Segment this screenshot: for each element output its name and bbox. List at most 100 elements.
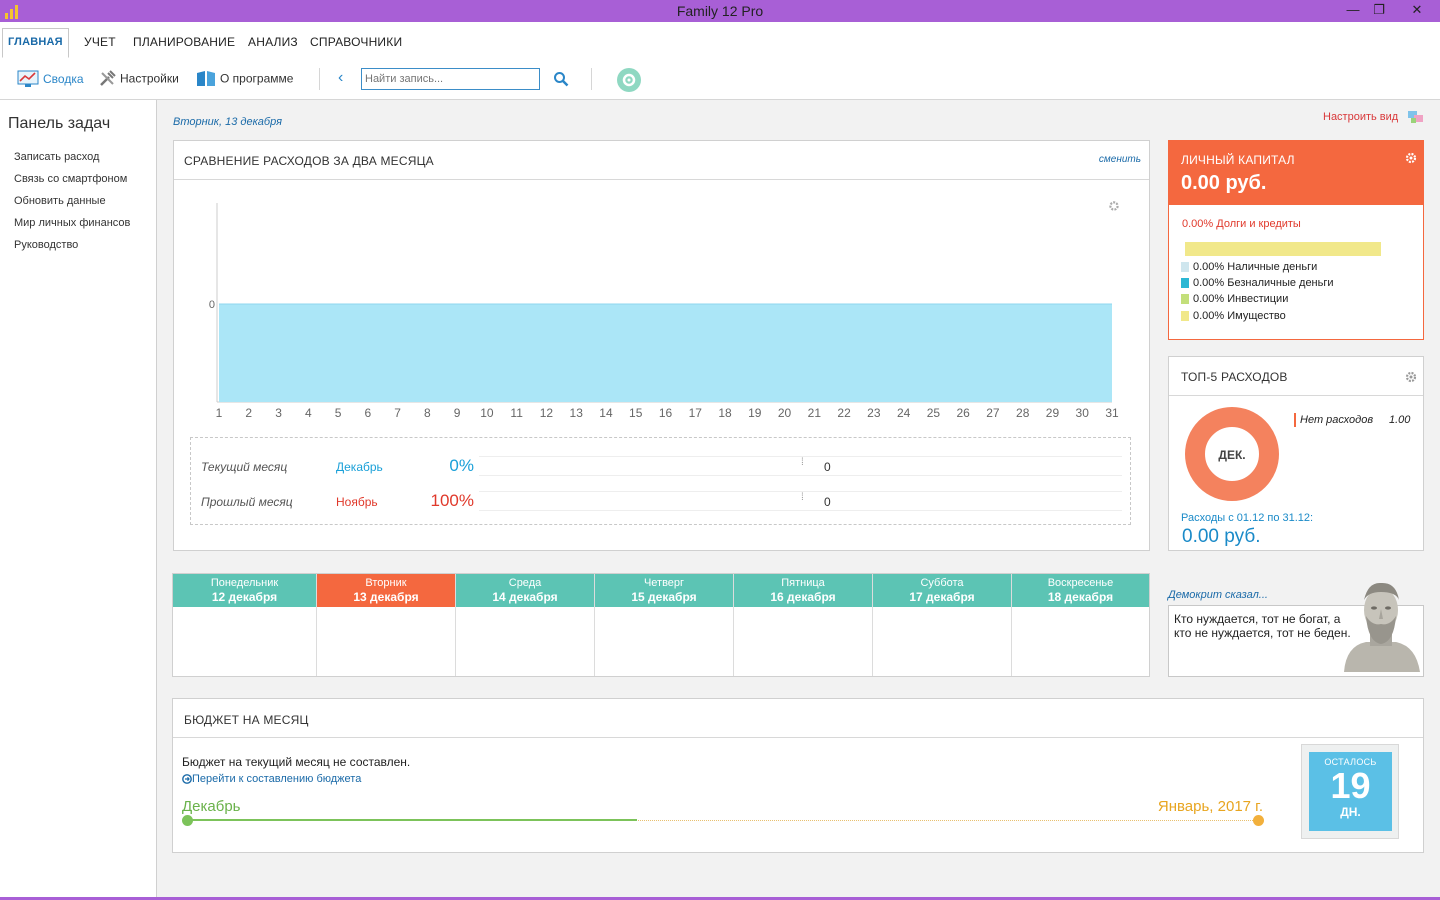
- legend-swatch: [1181, 294, 1189, 305]
- expenses-donut: ДЕК.: [1185, 407, 1279, 501]
- row-value: 0: [824, 495, 831, 509]
- day-date: 14 декабря: [492, 590, 558, 604]
- expense-comparison-panel: СРАВНЕНИЕ РАСХОДОВ ЗА ДВА МЕСЯЦА сменить…: [173, 140, 1150, 551]
- panel-header: БЮДЖЕТ НА МЕСЯЦ: [173, 699, 1423, 738]
- day-column[interactable]: Четверг 15 декабря: [595, 574, 734, 676]
- layout-icon[interactable]: [1408, 110, 1424, 124]
- create-budget-link[interactable]: Перейти к составлению бюджета: [182, 773, 361, 785]
- day-column-today[interactable]: Вторник 13 декабря: [317, 574, 456, 676]
- task-panel: Панель задач Записать расход Связь со см…: [0, 100, 157, 900]
- row-month: Ноябрь: [336, 495, 378, 509]
- settings-button[interactable]: Настройки: [99, 70, 179, 90]
- debts-label: 0.00% Долги и кредиты: [1182, 218, 1301, 230]
- legend-swatch: [1181, 311, 1189, 322]
- task-smartphone-link[interactable]: Связь со смартфоном: [14, 173, 127, 185]
- x-tick-label: 26: [956, 406, 970, 420]
- arrow-circle-icon: [182, 774, 192, 784]
- title-bar: Family 12 Pro — ❐ ✕: [0, 0, 1440, 22]
- budget-start-dot: [182, 815, 193, 826]
- x-tick-label: 6: [364, 406, 371, 420]
- customize-view-link[interactable]: Настроить вид: [1323, 111, 1398, 123]
- day-date: 15 декабря: [631, 590, 697, 604]
- x-tick-label: 27: [986, 406, 1000, 420]
- gear-icon[interactable]: [1405, 152, 1417, 164]
- summary-button[interactable]: Сводка: [17, 70, 84, 90]
- book-icon: [197, 71, 215, 86]
- x-tick-label: 30: [1076, 406, 1090, 420]
- remaining-unit: ДН.: [1340, 805, 1361, 819]
- task-finance-world[interactable]: Мир личных финансов: [14, 217, 130, 229]
- legend-investments: 0.00% Инвестиции: [1181, 293, 1288, 305]
- x-tick-label: 23: [867, 406, 881, 420]
- day-name: Вторник: [365, 577, 407, 589]
- top-item-label: Нет расходов: [1300, 414, 1374, 426]
- x-tick-label: 5: [335, 406, 342, 420]
- legend-cash: 0.00% Наличные деньги: [1181, 261, 1317, 273]
- day-column[interactable]: Понедельник 12 декабря: [173, 574, 317, 676]
- menu-references[interactable]: СПРАВОЧНИКИ: [310, 35, 402, 49]
- restore-button[interactable]: ❐: [1364, 0, 1394, 22]
- day-column[interactable]: Пятница 16 декабря: [734, 574, 873, 676]
- x-tick-label: 18: [718, 406, 732, 420]
- budget-end-month: Январь, 2017 г.: [1157, 798, 1263, 815]
- x-tick-label: 13: [570, 406, 584, 420]
- settings-label: Настройки: [120, 71, 179, 86]
- task-guide[interactable]: Руководство: [14, 239, 78, 251]
- day-column[interactable]: Среда 14 декабря: [456, 574, 595, 676]
- day-date: 12 декабря: [211, 590, 278, 604]
- menu-planning[interactable]: ПЛАНИРОВАНИЕ: [133, 35, 235, 49]
- current-date[interactable]: Вторник, 13 декабря: [173, 116, 282, 128]
- legend-noncash: 0.00% Безналичные деньги: [1181, 277, 1334, 289]
- previous-month-row: Прошлый месяц Ноябрь 100% ⁞ 0: [199, 486, 1122, 516]
- day-name: Пятница: [781, 577, 825, 589]
- panel-header: ТОП-5 РАСХОДОВ: [1169, 357, 1423, 396]
- back-chevron-icon[interactable]: ‹: [338, 69, 343, 89]
- capital-value: 0.00 руб.: [1181, 172, 1267, 194]
- menu-accounting[interactable]: УЧЕТ: [84, 35, 116, 49]
- x-tick-label: 2: [245, 406, 252, 420]
- sync-gear-icon[interactable]: [616, 67, 642, 93]
- top5-expenses-panel: ТОП-5 РАСХОДОВ ДЕК. Нет расходов 1.00 Ра…: [1168, 356, 1424, 551]
- menu-analysis[interactable]: АНАЛИЗ: [248, 35, 298, 49]
- row-tick: ⁞: [801, 457, 804, 468]
- quote-text: Кто нуждается, тот не богат, а кто не ну…: [1174, 612, 1351, 640]
- panel-title: ТОП-5 РАСХОДОВ: [1181, 370, 1288, 384]
- x-tick-label: 16: [659, 406, 673, 420]
- about-button[interactable]: О программе: [196, 70, 293, 90]
- tools-icon: [100, 70, 116, 86]
- close-button[interactable]: ✕: [1400, 0, 1434, 22]
- day-column[interactable]: Воскресенье 18 декабря: [1012, 574, 1149, 676]
- x-tick-label: 24: [897, 406, 911, 420]
- day-date: 13 декабря: [353, 590, 419, 604]
- row-percent: 100%: [430, 491, 474, 510]
- search-input[interactable]: [361, 68, 540, 90]
- menu-main[interactable]: ГЛАВНАЯ: [2, 28, 69, 58]
- search-icon[interactable]: [553, 71, 569, 87]
- gear-icon[interactable]: [1405, 371, 1417, 383]
- x-tick-label: 10: [480, 406, 494, 420]
- change-link[interactable]: сменить: [1099, 154, 1141, 165]
- task-add-expense[interactable]: Записать расход: [14, 151, 99, 163]
- comparison-table: Текущий месяц Декабрь 0% ⁞ 0 Прошлый мес…: [190, 437, 1131, 525]
- create-budget-link-label: Перейти к составлению бюджета: [192, 773, 362, 785]
- chart-gear-icon[interactable]: [1109, 201, 1119, 211]
- x-tick-label: 7: [394, 406, 401, 420]
- legend-label: 0.00% Инвестиции: [1193, 293, 1289, 305]
- x-tick-label: 25: [927, 406, 941, 420]
- x-tick-label: 11: [510, 406, 523, 420]
- task-refresh-data[interactable]: Обновить данные: [14, 195, 106, 207]
- day-column[interactable]: Суббота 17 декабря: [873, 574, 1012, 676]
- budget-message: Бюджет на текущий месяц не составлен.: [182, 755, 411, 769]
- task-panel-title: Панель задач: [8, 115, 111, 132]
- day-date: 16 декабря: [770, 590, 836, 604]
- budget-end-dot: [1253, 815, 1264, 826]
- row-label: Текущий месяц: [201, 460, 288, 474]
- day-name: Среда: [508, 577, 542, 589]
- chart-area-series: [219, 304, 1112, 402]
- y-tick-label: 0: [209, 299, 215, 311]
- x-tick-label: 31: [1105, 406, 1119, 420]
- chart-icon: [17, 70, 39, 87]
- x-tick-label: 12: [540, 406, 554, 420]
- period-label: Расходы с 01.12 по 31.12:: [1181, 512, 1314, 524]
- capital-structure-bar: [1185, 242, 1381, 256]
